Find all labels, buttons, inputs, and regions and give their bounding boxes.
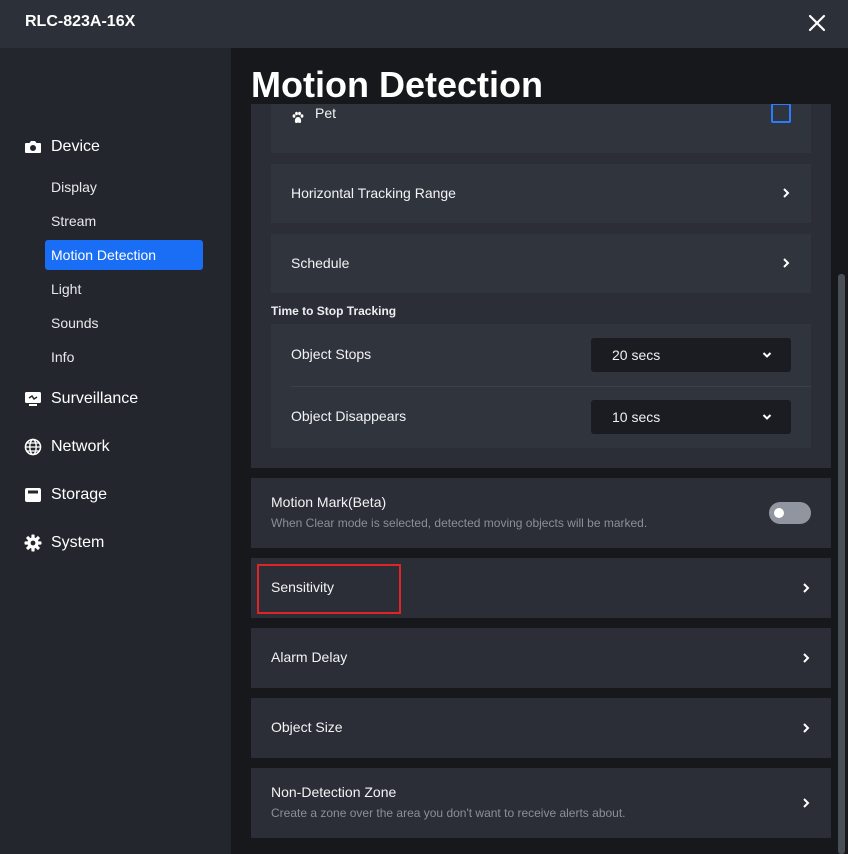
sidebar-section-label: System xyxy=(51,534,105,551)
pet-label: Pet xyxy=(315,105,337,121)
non-detection-zone-title: Non-Detection Zone xyxy=(271,784,397,800)
sidebar-item-sounds[interactable]: Sounds xyxy=(45,308,203,338)
object-stops-select[interactable]: 20 secs xyxy=(591,338,791,372)
monitor-icon xyxy=(23,389,43,409)
gear-icon xyxy=(23,533,43,553)
non-detection-zone-description: Create a zone over the area you don't wa… xyxy=(271,806,626,820)
close-icon xyxy=(808,14,826,32)
sidebar-item-stream[interactable]: Stream xyxy=(45,206,203,236)
chevron-down-icon xyxy=(762,352,772,358)
non-detection-zone-row[interactable]: Non-Detection Zone Create a zone over th… xyxy=(251,768,831,838)
globe-icon xyxy=(23,437,43,457)
object-size-row[interactable]: Object Size xyxy=(251,698,831,758)
chevron-right-icon xyxy=(803,723,810,733)
close-button[interactable] xyxy=(803,9,831,37)
motion-mark-title: Motion Mark(Beta) xyxy=(271,494,387,510)
scrollbar[interactable] xyxy=(835,104,848,854)
object-stops-label: Object Stops xyxy=(291,346,372,362)
object-stops-value: 20 secs xyxy=(612,347,661,363)
page-title: Motion Detection xyxy=(251,64,543,105)
chevron-right-icon xyxy=(803,798,810,808)
sidebar-section-system[interactable]: System xyxy=(23,531,104,555)
schedule-row[interactable]: Schedule xyxy=(271,234,811,293)
object-size-label: Object Size xyxy=(271,719,343,735)
sidebar-section-label: Surveillance xyxy=(51,390,139,407)
object-disappears-select[interactable]: 10 secs xyxy=(591,400,791,434)
motion-mark-row: Motion Mark(Beta) When Clear mode is sel… xyxy=(251,478,831,548)
motion-mark-description: When Clear mode is selected, detected mo… xyxy=(271,516,648,530)
chevron-right-icon xyxy=(783,188,790,198)
pet-row[interactable]: Pet xyxy=(271,104,811,153)
object-disappears-label: Object Disappears xyxy=(291,408,407,424)
time-to-stop-tracking-heading: Time to Stop Tracking xyxy=(271,304,397,318)
toggle-knob xyxy=(774,508,784,518)
chevron-down-icon xyxy=(762,414,772,420)
horizontal-tracking-range-label: Horizontal Tracking Range xyxy=(291,185,456,201)
motion-mark-toggle[interactable] xyxy=(769,502,811,524)
time-to-stop-tracking-card: Object Stops 20 secs Object Disappears 1… xyxy=(271,324,811,448)
sidebar-item-info[interactable]: Info xyxy=(45,342,203,372)
window-title: RLC-823A-16X xyxy=(25,13,136,30)
sidebar-section-network[interactable]: Network xyxy=(23,435,110,459)
alarm-delay-label: Alarm Delay xyxy=(271,649,348,665)
sensitivity-highlight-box xyxy=(257,564,401,614)
sidebar-item-motion-detection[interactable]: Motion Detection xyxy=(45,240,203,270)
schedule-label: Schedule xyxy=(291,255,350,271)
main-panel: Motion Detection Pet Horizontal Tracking… xyxy=(231,48,848,854)
sidebar-section-label: Storage xyxy=(51,486,108,503)
sidebar-section-device[interactable]: Device xyxy=(23,135,100,159)
camera-icon xyxy=(23,137,43,157)
smart-tracking-group: Pet Horizontal Tracking Range Schedule T… xyxy=(251,104,831,468)
chevron-right-icon xyxy=(803,653,810,663)
settings-scroll-area: Pet Horizontal Tracking Range Schedule T… xyxy=(231,104,835,854)
chevron-right-icon xyxy=(803,583,810,593)
sidebar: Device Display Stream Motion Detection L… xyxy=(0,48,231,854)
sidebar-section-surveillance[interactable]: Surveillance xyxy=(23,387,138,411)
sidebar-section-label: Device xyxy=(51,138,100,155)
paw-icon xyxy=(291,111,305,130)
pet-checkbox[interactable] xyxy=(771,104,791,123)
alarm-delay-row[interactable]: Alarm Delay xyxy=(251,628,831,688)
horizontal-tracking-range-row[interactable]: Horizontal Tracking Range xyxy=(271,164,811,223)
sidebar-section-label: Network xyxy=(51,438,110,455)
sidebar-item-display[interactable]: Display xyxy=(45,172,203,202)
scrollbar-thumb[interactable] xyxy=(838,274,845,854)
object-disappears-value: 10 secs xyxy=(612,409,661,425)
sidebar-section-storage[interactable]: Storage xyxy=(23,483,107,507)
sidebar-item-light[interactable]: Light xyxy=(45,274,203,304)
divider xyxy=(291,386,811,387)
title-bar: RLC-823A-16X xyxy=(0,0,848,48)
chevron-right-icon xyxy=(783,258,790,268)
storage-icon xyxy=(23,485,43,505)
